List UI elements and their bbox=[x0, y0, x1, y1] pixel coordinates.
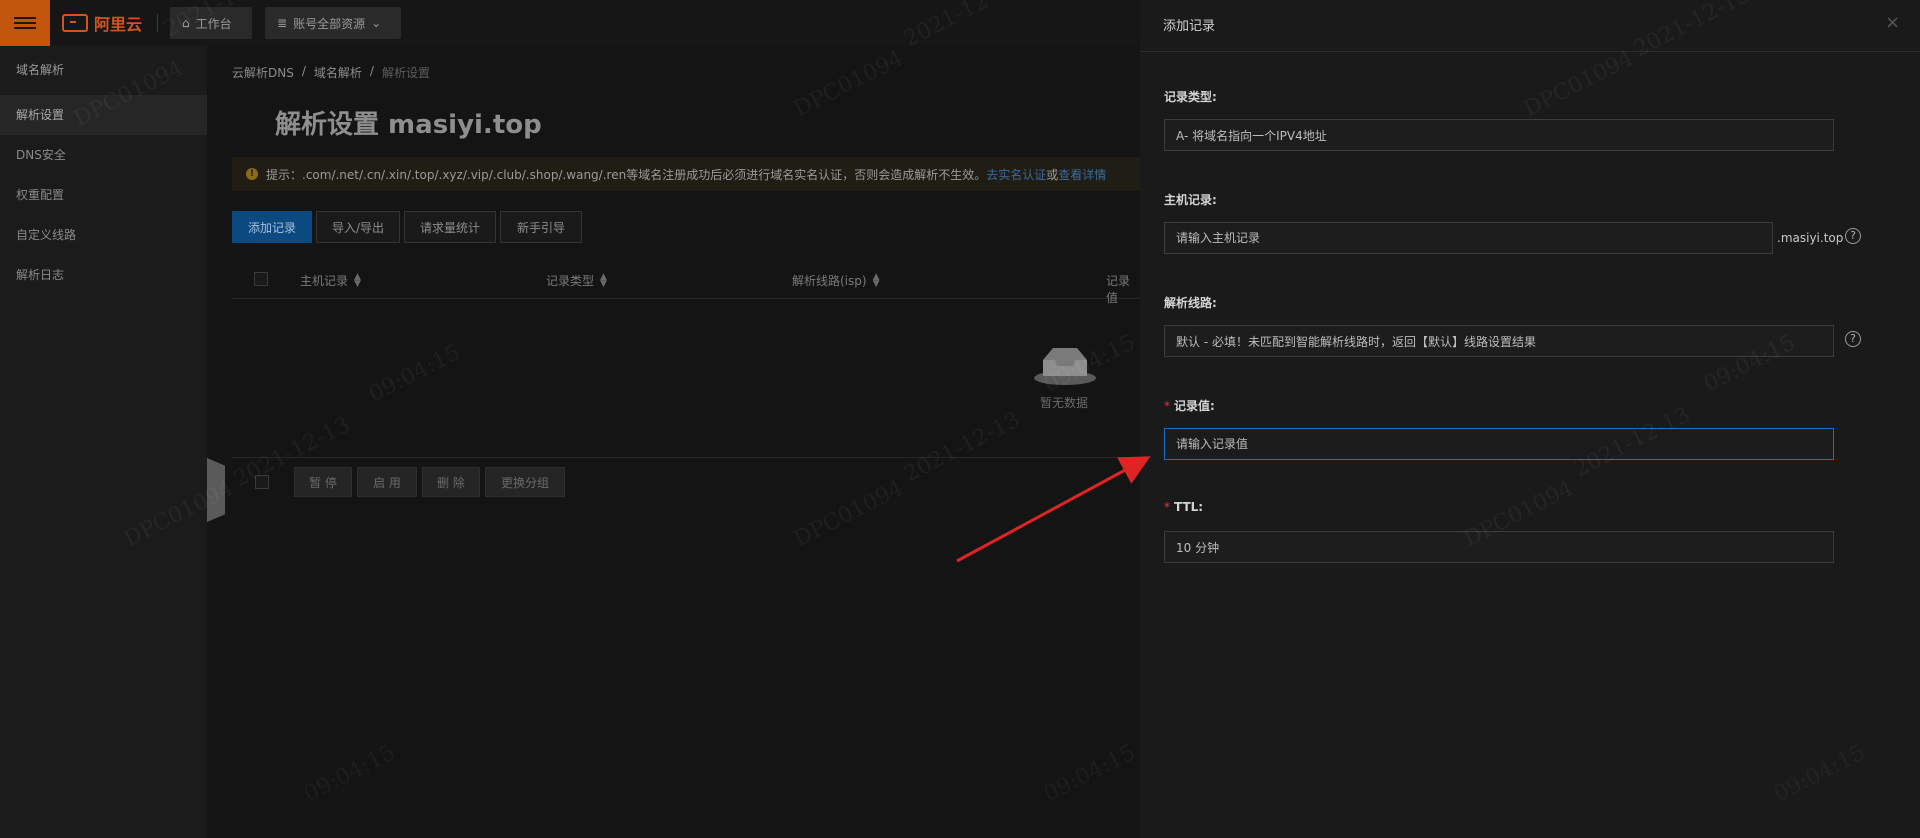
list-icon: ≣ bbox=[277, 16, 288, 30]
sidebar-item-label: 解析日志 bbox=[16, 268, 65, 282]
chevron-down-icon: ⌄ bbox=[371, 16, 382, 30]
resources-dropdown[interactable]: ≣ 账号全部资源 ⌄ bbox=[265, 7, 401, 39]
breadcrumb: 云解析DNS / 域名解析 / 解析设置 bbox=[232, 64, 430, 81]
help-icon[interactable]: ? bbox=[1845, 331, 1861, 347]
record-value-input[interactable] bbox=[1164, 428, 1834, 460]
record-type-select[interactable] bbox=[1164, 119, 1834, 151]
close-icon[interactable]: × bbox=[1885, 12, 1900, 33]
watermark: 09:04:15 bbox=[300, 740, 399, 807]
col-line-label: 解析线路(isp) bbox=[792, 274, 867, 288]
col-type-label: 记录类型 bbox=[546, 274, 595, 288]
sidebar-item-dns-security[interactable]: DNS安全 bbox=[0, 135, 207, 175]
table-divider bbox=[232, 457, 1140, 458]
sidebar-item-weight-config[interactable]: 权重配置 bbox=[0, 175, 207, 215]
line-label: 解析线路: bbox=[1164, 296, 1217, 310]
brand-name: 阿里云 bbox=[94, 15, 143, 34]
pause-button[interactable]: 暂 停 bbox=[294, 467, 352, 497]
record-value-label: * 记录值: bbox=[1164, 397, 1215, 414]
resources-label: 账号全部资源 bbox=[293, 16, 366, 31]
sidebar-item-label: 自定义线路 bbox=[16, 228, 77, 242]
enable-button[interactable]: 启 用 bbox=[357, 467, 417, 497]
sort-icon: ▲ ▼ bbox=[600, 271, 607, 289]
top-divider bbox=[157, 14, 158, 32]
col-host-label: 主机记录 bbox=[300, 274, 349, 288]
watermark: 2021-12-13 bbox=[900, 407, 1025, 488]
required-marker: * bbox=[1164, 399, 1170, 413]
record-type-label: 记录类型: bbox=[1164, 90, 1217, 104]
watermark: 09:04:15 bbox=[1040, 740, 1139, 807]
sort-icon: ▲ ▼ bbox=[354, 271, 361, 289]
verify-link[interactable]: 去实名认证 bbox=[986, 168, 1046, 182]
drawer-title: 添加记录 bbox=[1163, 19, 1216, 34]
change-group-button[interactable]: 更换分组 bbox=[485, 467, 565, 497]
host-input[interactable] bbox=[1164, 222, 1773, 254]
host-label: 主机记录: bbox=[1164, 193, 1217, 207]
menu-icon[interactable] bbox=[0, 0, 50, 46]
watermark: DPC01094 bbox=[790, 45, 908, 123]
ttl-label: * TTL: bbox=[1164, 500, 1203, 514]
record-value-label-text: 记录值: bbox=[1174, 399, 1215, 413]
brand-mark-icon bbox=[62, 14, 88, 32]
sidebar-item-label: DNS安全 bbox=[16, 148, 66, 162]
select-all-checkbox[interactable] bbox=[254, 272, 268, 286]
ttl-label-text: TTL: bbox=[1174, 500, 1204, 514]
notice-banner: ! 提示：.com/.net/.cn/.xin/.top/.xyz/.vip/.… bbox=[232, 157, 1140, 191]
add-record-button[interactable]: 添加记录 bbox=[232, 211, 312, 243]
breadcrumb-separator: / bbox=[301, 64, 306, 78]
table-header: 主机记录 ▲ ▼ 记录类型 ▲ ▼ 解析线路(isp) ▲ ▼ 记录值 bbox=[232, 260, 1140, 305]
sidebar-item-label: 解析设置 bbox=[16, 108, 65, 122]
sidebar-item-label: 域名解析 bbox=[16, 63, 65, 77]
page-title: 解析设置 masiyi.top bbox=[275, 110, 542, 140]
empty-text: 暂无数据 bbox=[1040, 396, 1089, 410]
notice-joiner: 或 bbox=[1046, 167, 1059, 182]
watermark: DPC01094 bbox=[790, 475, 908, 553]
drawer-header bbox=[1140, 0, 1920, 52]
help-icon[interactable]: ? bbox=[1845, 228, 1861, 244]
details-link[interactable]: 查看详情 bbox=[1058, 168, 1106, 182]
sidebar-item-label: 权重配置 bbox=[16, 188, 65, 202]
sort-icon: ▲ ▼ bbox=[872, 271, 880, 289]
breadcrumb-separator: / bbox=[369, 64, 374, 78]
request-stats-button[interactable]: 请求量统计 bbox=[404, 211, 496, 243]
sidebar-item-custom-line[interactable]: 自定义线路 bbox=[0, 215, 207, 255]
col-host[interactable]: 主机记录 ▲ ▼ bbox=[300, 272, 361, 289]
required-marker: * bbox=[1164, 500, 1170, 514]
breadcrumb-item[interactable]: 域名解析 bbox=[314, 64, 362, 81]
col-line[interactable]: 解析线路(isp) ▲ ▼ bbox=[792, 272, 880, 289]
import-export-button[interactable]: 导入/导出 bbox=[316, 211, 400, 243]
breadcrumb-item[interactable]: 云解析DNS bbox=[232, 64, 294, 81]
col-type[interactable]: 记录类型 ▲ ▼ bbox=[546, 272, 607, 289]
notice-text: 提示：.com/.net/.cn/.xin/.top/.xyz/.vip/.cl… bbox=[266, 167, 987, 182]
watermark: 09:04:15 bbox=[365, 340, 465, 408]
line-select[interactable] bbox=[1164, 325, 1834, 357]
warning-icon: ! bbox=[246, 168, 258, 180]
sidebar-item-resolution-log[interactable]: 解析日志 bbox=[0, 255, 207, 295]
col-value: 记录值 bbox=[1106, 272, 1140, 306]
delete-button[interactable]: 删 除 bbox=[422, 467, 480, 497]
beginner-guide-button[interactable]: 新手引导 bbox=[500, 211, 582, 243]
breadcrumb-current: 解析设置 bbox=[381, 66, 430, 80]
col-value-label: 记录值 bbox=[1106, 274, 1131, 305]
brand-logo[interactable]: 阿里云 bbox=[62, 12, 142, 34]
domain-suffix: .masiyi.top bbox=[1777, 231, 1844, 245]
